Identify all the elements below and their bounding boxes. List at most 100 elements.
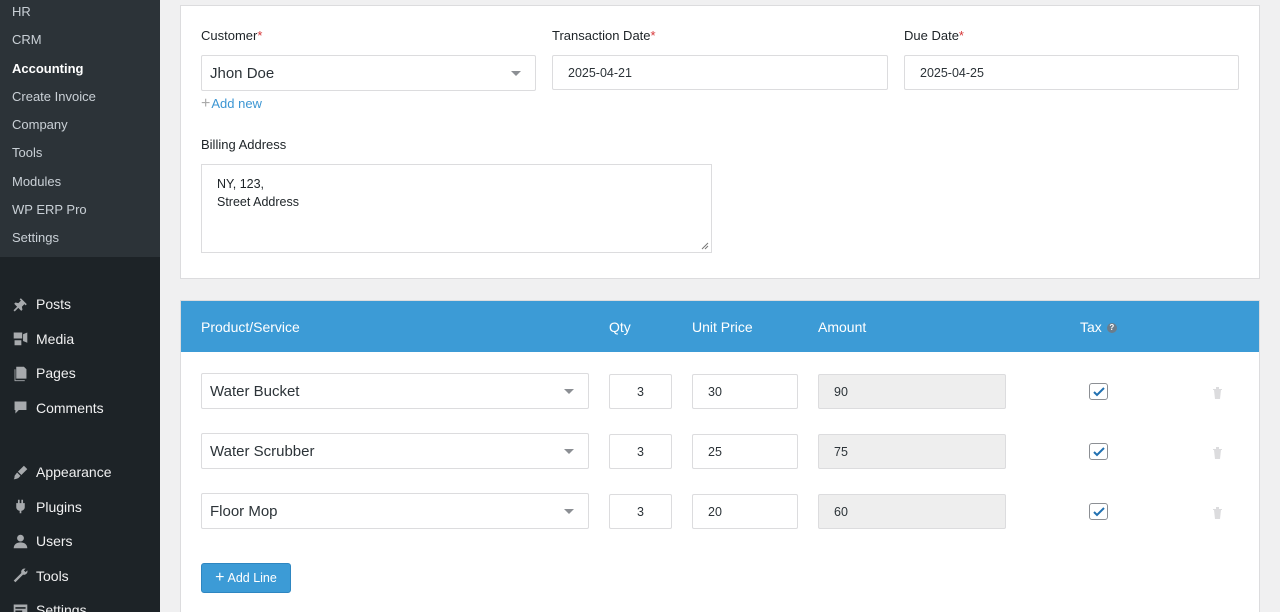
erp-submenu: HR CRM Accounting Create Invoice Company…	[0, 0, 160, 257]
customer-select[interactable]: Jhon Doe	[201, 55, 536, 91]
pages-icon	[10, 363, 30, 383]
transaction-date-input[interactable]: 2025-04-21	[552, 55, 888, 90]
unit-price-value: 30	[708, 384, 722, 399]
qty-value: 3	[637, 384, 644, 399]
due-date-value: 2025-04-25	[920, 65, 984, 80]
product-select-value: Water Scrubber	[210, 442, 315, 460]
unit-price-value: 20	[708, 504, 722, 519]
resize-handle[interactable]	[701, 242, 709, 250]
menu-item-posts[interactable]: Posts	[0, 287, 160, 322]
unit-price-input[interactable]: 20	[692, 494, 798, 529]
settings-icon	[10, 600, 30, 612]
unit-price-value: 25	[708, 444, 722, 459]
product-select-value: Water Bucket	[210, 382, 300, 400]
add-line-label: Add Line	[227, 571, 277, 585]
product-select-value: Floor Mop	[210, 502, 278, 520]
tax-checkbox[interactable]	[1089, 383, 1108, 400]
chevron-down-icon	[564, 449, 574, 454]
submenu-item-company[interactable]: Company	[0, 113, 160, 141]
chevron-down-icon	[511, 71, 521, 76]
amount-value: 60	[834, 504, 848, 519]
submenu-item-hr[interactable]: HR	[0, 0, 160, 28]
invoice-lines-panel: Product/Service Qty Unit Price Amount Ta…	[180, 300, 1260, 612]
menu-item-label: Users	[36, 533, 73, 550]
qty-value: 3	[637, 444, 644, 459]
unit-price-input[interactable]: 30	[692, 374, 798, 409]
menu-item-label: Media	[36, 330, 75, 347]
chevron-down-icon	[564, 509, 574, 514]
trash-icon[interactable]	[1212, 386, 1223, 399]
product-select[interactable]: Floor Mop	[201, 493, 589, 529]
menu-separator	[0, 425, 160, 455]
menu-item-label: Pages	[36, 365, 76, 382]
menu-item-users[interactable]: Users	[0, 524, 160, 559]
amount-field: 90	[818, 374, 1006, 409]
billing-address-textarea[interactable]: NY, 123, Street Address	[201, 164, 712, 253]
menu-item-tools[interactable]: Tools	[0, 559, 160, 594]
add-new-customer-link[interactable]: + Add new	[201, 94, 262, 112]
menu-item-media[interactable]: Media	[0, 322, 160, 357]
help-icon[interactable]: ?	[1106, 323, 1117, 334]
header-product: Product/Service	[201, 319, 300, 335]
brush-icon	[10, 462, 30, 482]
menu-item-pages[interactable]: Pages	[0, 356, 160, 391]
pushpin-icon	[10, 294, 30, 314]
submenu-item-settings[interactable]: Settings	[0, 226, 160, 254]
users-icon	[10, 531, 30, 551]
menu-item-appearance[interactable]: Appearance	[0, 455, 160, 490]
submenu-item-modules[interactable]: Modules	[0, 170, 160, 198]
qty-value: 3	[637, 504, 644, 519]
billing-address-line: Street Address	[217, 195, 299, 209]
menu-item-label: Plugins	[36, 498, 82, 515]
trash-icon[interactable]	[1212, 446, 1223, 459]
lines-table-header: Product/Service Qty Unit Price Amount Ta…	[181, 301, 1259, 352]
submenu-item-create-invoice[interactable]: Create Invoice	[0, 85, 160, 113]
plus-icon: +	[201, 94, 211, 112]
wrench-icon	[10, 566, 30, 586]
due-date-input[interactable]: 2025-04-25	[904, 55, 1239, 90]
add-line-button[interactable]: + Add Line	[201, 563, 291, 593]
menu-item-label: Appearance	[36, 464, 112, 481]
header-qty: Qty	[609, 319, 631, 335]
header-amount: Amount	[818, 319, 867, 335]
product-select[interactable]: Water Bucket	[201, 373, 589, 409]
invoice-header-panel: Customer* Jhon Doe + Add new Transaction…	[180, 5, 1260, 279]
checkmark-icon	[1092, 446, 1105, 456]
menu-item-label: Tools	[36, 567, 69, 584]
plus-icon: +	[215, 569, 225, 586]
qty-input[interactable]: 3	[609, 374, 672, 409]
submenu-item-wp-erp-pro[interactable]: WP ERP Pro	[0, 198, 160, 226]
customer-label: Customer*	[201, 28, 263, 43]
tax-checkbox[interactable]	[1089, 503, 1108, 520]
menu-item-comments[interactable]: Comments	[0, 391, 160, 426]
submenu-item-accounting[interactable]: Accounting	[0, 57, 160, 85]
comments-icon	[10, 398, 30, 418]
billing-address-label: Billing Address	[201, 137, 287, 152]
menu-item-label: Posts	[36, 296, 72, 313]
menu-item-label: Comments	[36, 399, 104, 416]
media-icon	[10, 329, 30, 349]
add-new-label: Add new	[211, 96, 262, 111]
trash-icon[interactable]	[1212, 506, 1223, 519]
checkmark-icon	[1092, 386, 1105, 396]
submenu-item-crm[interactable]: CRM	[0, 28, 160, 56]
submenu-item-tools[interactable]: Tools	[0, 141, 160, 169]
plugin-icon	[10, 497, 30, 517]
billing-address-line: NY, 123,	[217, 177, 265, 191]
menu-item-settings[interactable]: Settings	[0, 593, 160, 612]
header-unit-price: Unit Price	[692, 319, 753, 335]
qty-input[interactable]: 3	[609, 434, 672, 469]
product-select[interactable]: Water Scrubber	[201, 433, 589, 469]
amount-value: 90	[834, 384, 848, 399]
transaction-date-label: Transaction Date*	[552, 28, 656, 43]
unit-price-input[interactable]: 25	[692, 434, 798, 469]
amount-field: 60	[818, 494, 1006, 529]
admin-sidebar: HR CRM Accounting Create Invoice Company…	[0, 0, 160, 612]
customer-select-value: Jhon Doe	[210, 64, 275, 82]
header-tax: Tax?	[1080, 319, 1117, 335]
qty-input[interactable]: 3	[609, 494, 672, 529]
checkmark-icon	[1092, 506, 1105, 516]
tax-checkbox[interactable]	[1089, 443, 1108, 460]
menu-item-plugins[interactable]: Plugins	[0, 490, 160, 525]
amount-field: 75	[818, 434, 1006, 469]
